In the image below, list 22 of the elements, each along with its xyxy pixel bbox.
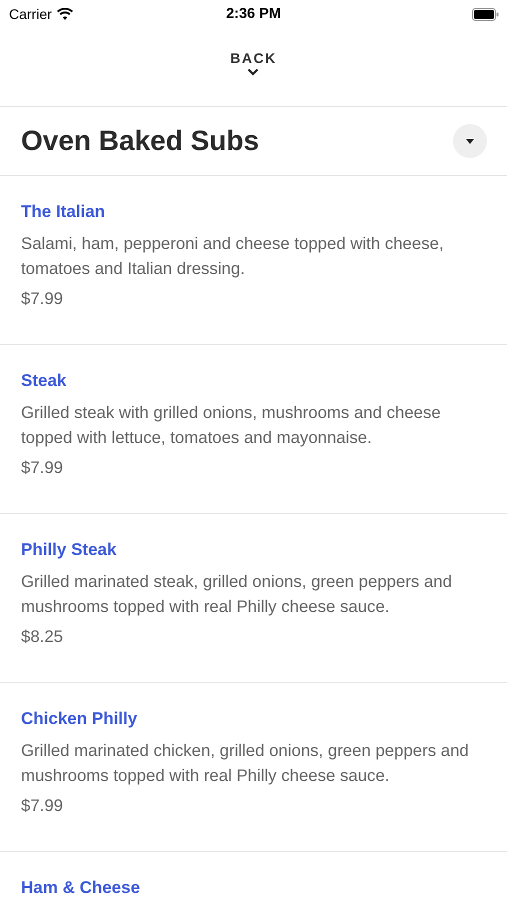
item-description: Grilled steak with grilled onions, mushrooms and cheese topped with lettuce, tomatoes and mayonnaise. <box>21 402 442 449</box>
caret-icon <box>466 138 474 144</box>
item-name-link[interactable]: Ham & Cheese <box>21 877 140 899</box>
wifi-icon <box>56 8 73 20</box>
back-button[interactable]: BACK <box>222 46 285 80</box>
item-name-link[interactable]: Philly Steak <box>21 539 116 561</box>
item-price: $8.25 <box>21 626 63 648</box>
item-name-link[interactable]: The Italian <box>21 201 106 223</box>
clock-time: 2:36 PM <box>226 6 281 22</box>
item-description: Salami, ham, pepperoni and cheese topped with cheese, tomatoes and Italian dressing. <box>21 233 445 280</box>
item-description: Grilled marinated chicken, grilled onions, green peppers and mushrooms topped with real Philly cheese sauce. <box>21 740 470 787</box>
item-name-link[interactable]: Chicken Philly <box>21 708 138 730</box>
item-price: $7.99 <box>21 795 63 817</box>
carrier-name: Carrier <box>9 6 52 22</box>
chevron-down-icon <box>247 68 260 76</box>
section-title: Oven Baked Subs <box>21 125 260 157</box>
item-name-link[interactable]: Steak <box>21 370 66 392</box>
item-price: $7.99 <box>21 288 63 310</box>
dropdown-button[interactable] <box>453 124 487 158</box>
battery-icon <box>472 8 499 20</box>
item-description: Grilled marinated steak, grilled onions, green peppers and mushrooms topped with real Philly cheese sauce. <box>21 571 453 618</box>
item-price: $7.99 <box>21 457 63 479</box>
